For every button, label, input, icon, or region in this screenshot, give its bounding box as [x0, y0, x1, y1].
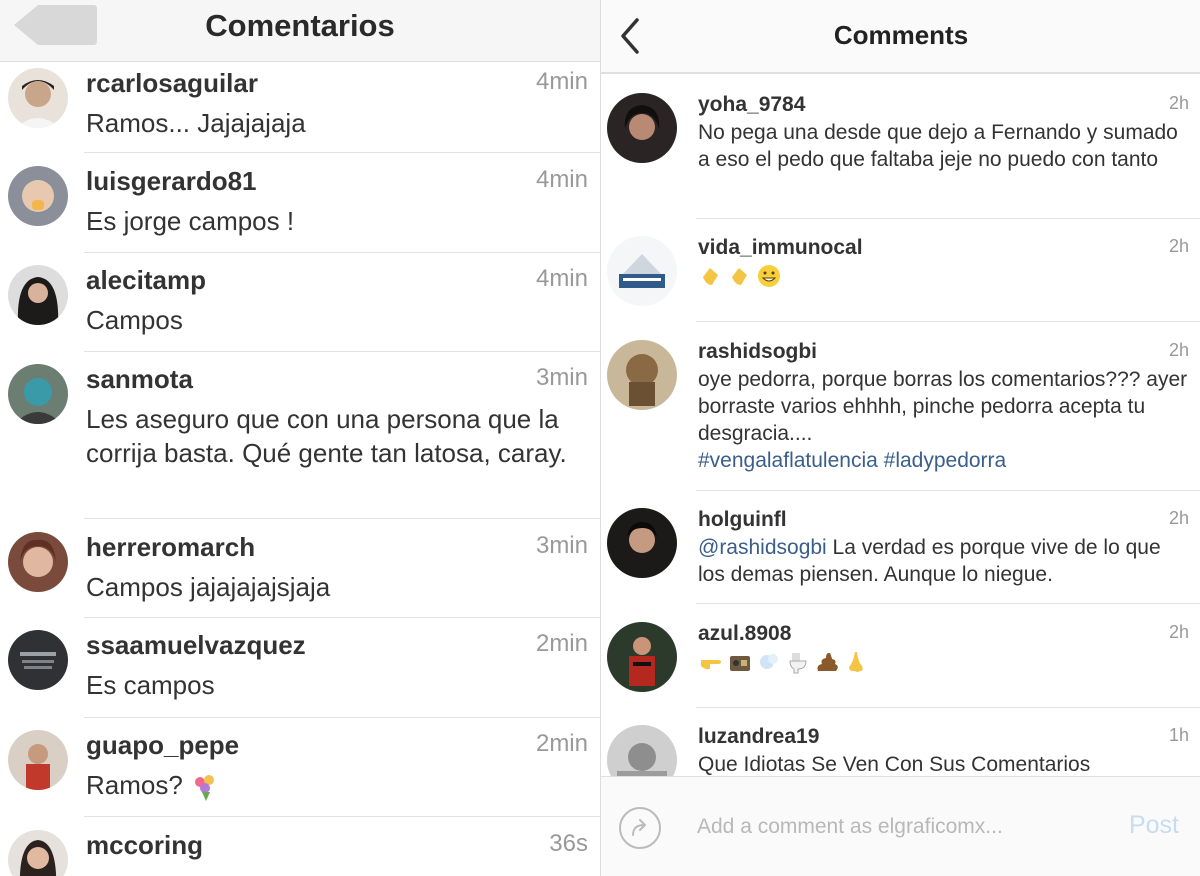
comment-time: 1h [1168, 725, 1189, 745]
avatar[interactable] [8, 532, 68, 592]
comment-username[interactable]: ssaamuelvazquez [86, 630, 306, 661]
comment-username[interactable]: luzandrea19 [698, 725, 819, 749]
avatar[interactable] [8, 265, 68, 325]
comment-time: 3min [535, 532, 588, 559]
divider [84, 351, 600, 352]
comment-text: @rashidsogbi La verdad es porque vive de… [698, 534, 1188, 588]
comment-text: oye pedorra, porque borras los comentari… [698, 366, 1188, 474]
comment-time: 4min [535, 166, 588, 193]
mention-link[interactable]: @rashidsogbi [698, 536, 827, 559]
comment-username[interactable]: vida_immunocal [698, 236, 863, 260]
comment-time: 2h [1168, 340, 1189, 360]
comment-username[interactable]: luisgerardo81 [86, 166, 257, 197]
bouquet-emoji-icon [195, 775, 215, 802]
comment-text [698, 648, 1188, 675]
header-bar: Comentarios [0, 0, 600, 62]
avatar[interactable] [607, 93, 677, 163]
comment-time: 3min [535, 364, 588, 391]
nose-emoji-icon [849, 652, 863, 673]
share-circle-icon[interactable] [617, 805, 663, 851]
grinning-face-emoji-icon [758, 265, 780, 288]
toilet-emoji-icon [789, 653, 807, 674]
divider [696, 490, 1200, 491]
comment-text: No pega una desde que dejo a Fernando y … [698, 121, 1178, 171]
comment-time: 2h [1168, 508, 1189, 528]
comment-text: Ramos... Jajajajaja [86, 108, 306, 138]
avatar[interactable] [8, 730, 68, 790]
comment-text [698, 262, 1188, 289]
clapping-hands-emoji-icon [732, 268, 747, 286]
divider [696, 707, 1200, 708]
radio-emoji-icon [730, 656, 750, 672]
avatar[interactable] [607, 236, 677, 306]
avatar[interactable] [8, 630, 68, 690]
divider [84, 717, 600, 718]
post-button[interactable]: Post [1129, 811, 1179, 840]
comment-text-content: Ramos? [86, 770, 183, 800]
comment-username[interactable]: rcarlosaguilar [86, 68, 258, 99]
comment-text: Campos jajajajajsjaja [86, 572, 331, 602]
page-title: Comments [833, 20, 969, 50]
comment-time: 4min [535, 68, 588, 95]
hashtags-link[interactable]: #vengalaflatulencia #ladypedorra [698, 449, 1006, 472]
page-title: Comentarios [205, 8, 395, 43]
avatar[interactable] [607, 622, 677, 692]
header-bar: Comments [601, 0, 1200, 74]
divider [84, 152, 600, 153]
comment-time: 2min [535, 730, 588, 757]
comment-username[interactable]: mccoring [86, 830, 203, 861]
comment-username[interactable]: herreromarch [86, 532, 255, 563]
comment-text: Campos [86, 305, 183, 335]
comment-time: 2h [1168, 236, 1189, 256]
comentarios-screen: Comentarios rcarlosaguilar 4min Ramos...… [0, 0, 600, 876]
dash-emoji-icon [760, 654, 778, 670]
divider [84, 518, 600, 519]
poop-emoji-icon [817, 653, 838, 672]
comment-username[interactable]: azul.8908 [698, 622, 791, 646]
divider [696, 321, 1200, 322]
divider [696, 603, 1200, 604]
avatar[interactable] [8, 166, 68, 226]
comment-time: 36s [549, 830, 588, 857]
comment-input[interactable]: Add a comment as elgraficomx... [697, 815, 1077, 839]
comment-username[interactable]: yoha_9784 [698, 93, 805, 117]
divider [84, 617, 600, 618]
comment-text: Es jorge campos ! [86, 206, 295, 236]
comment-time: 2h [1168, 93, 1189, 113]
pointing-hand-emoji-icon [701, 660, 721, 670]
comment-text: Les aseguro que con una persona que la c… [86, 404, 567, 468]
comments-screen: Comments yoha_9784 2h No pega una desde … [600, 0, 1200, 876]
comment-time: 2h [1168, 622, 1189, 642]
divider [696, 218, 1200, 219]
comment-time: 2min [535, 630, 588, 657]
comment-username[interactable]: alecitamp [86, 265, 206, 296]
divider [84, 252, 600, 253]
avatar[interactable] [8, 68, 68, 128]
avatar[interactable] [8, 364, 68, 424]
comment-text-content: oye pedorra, porque borras los comentari… [698, 368, 1188, 445]
clapping-hands-emoji-icon [703, 268, 718, 286]
avatar[interactable] [607, 340, 677, 410]
comment-text: Ramos? [86, 768, 223, 802]
avatar[interactable] [8, 830, 68, 876]
comment-username[interactable]: sanmota [86, 364, 193, 395]
avatar[interactable] [607, 508, 677, 578]
comment-time: 4min [535, 265, 588, 292]
comment-username[interactable]: holguinfl [698, 508, 787, 532]
comment-username[interactable]: guapo_pepe [86, 730, 239, 761]
comment-text: Que Idiotas Se Ven Con Sus Comentarios [698, 753, 1091, 776]
comment-username[interactable]: rashidsogbi [698, 340, 817, 364]
comment-text: Es campos [86, 670, 215, 700]
divider [84, 816, 600, 817]
comment-input-bar: Add a comment as elgraficomx... Post [601, 776, 1200, 876]
